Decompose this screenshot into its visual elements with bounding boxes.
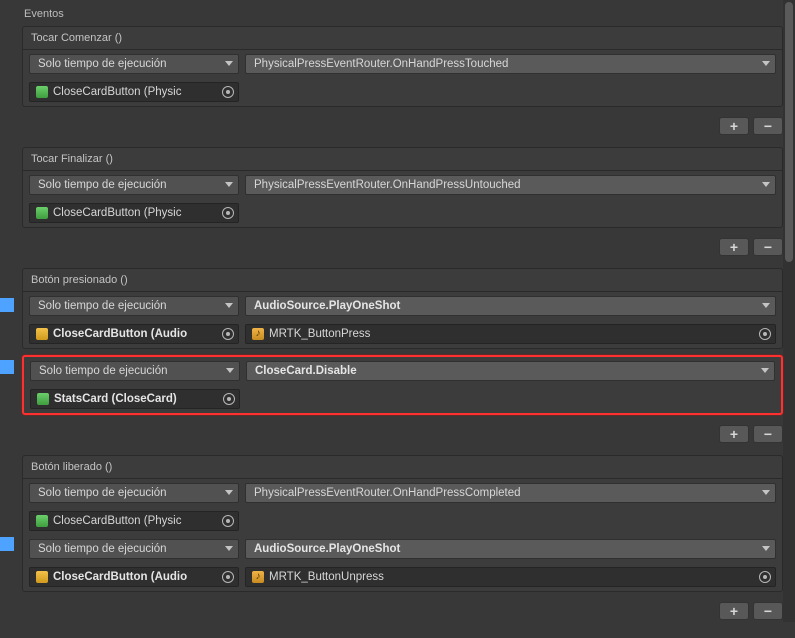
argument-object-field[interactable]: ♪ MRTK_ButtonUnpress [245, 567, 776, 587]
script-icon [36, 86, 48, 98]
object-picker-icon[interactable] [759, 328, 771, 340]
event-group: Tocar Finalizar () Solo tiempo de ejecuc… [22, 147, 783, 228]
target-object-field[interactable]: CloseCardButton (Physic [29, 82, 239, 102]
scrollbar-track[interactable] [783, 0, 795, 622]
add-listener-button[interactable]: + [719, 238, 749, 256]
target-object-field[interactable]: CloseCardButton (Physic [29, 511, 239, 531]
remove-listener-button[interactable]: − [753, 602, 783, 620]
event-block-touch-end: Tocar Finalizar () Solo tiempo de ejecuc… [22, 147, 783, 264]
object-picker-icon[interactable] [222, 515, 234, 527]
runtime-dropdown[interactable]: Solo tiempo de ejecución [29, 296, 239, 316]
target-object-label: StatsCard (CloseCard) [54, 390, 177, 408]
argument-object-field[interactable]: ♪ MRTK_ButtonPress [245, 324, 776, 344]
event-block-touch-start: Tocar Comenzar () Solo tiempo de ejecuci… [22, 26, 783, 143]
target-object-field[interactable]: CloseCardButton (Physic [29, 203, 239, 223]
chevron-down-icon [762, 182, 770, 187]
object-picker-icon[interactable] [222, 86, 234, 98]
add-listener-button[interactable]: + [719, 602, 749, 620]
function-label: PhysicalPressEventRouter.OnHandPressComp… [254, 487, 521, 499]
chevron-down-icon [761, 368, 769, 373]
chevron-down-icon [762, 303, 770, 308]
target-object-label: CloseCardButton (Physic [53, 512, 181, 530]
function-label: AudioSource.PlayOneShot [254, 300, 400, 312]
override-marker-icon [0, 537, 14, 551]
add-listener-button[interactable]: + [719, 425, 749, 443]
event-group: Botón liberado () Solo tiempo de ejecuci… [22, 455, 783, 592]
function-dropdown[interactable]: PhysicalPressEventRouter.OnHandPressTouc… [245, 54, 776, 74]
event-header: Botón liberado () [23, 456, 782, 479]
object-picker-icon[interactable] [222, 571, 234, 583]
target-object-field[interactable]: StatsCard (CloseCard) [30, 389, 240, 409]
event-header: Tocar Comenzar () [23, 27, 782, 50]
runtime-dropdown-label: Solo tiempo de ejecución [38, 58, 167, 70]
function-label: PhysicalPressEventRouter.OnHandPressUnto… [254, 179, 521, 191]
chevron-down-icon [762, 546, 770, 551]
runtime-dropdown-label: Solo tiempo de ejecución [39, 365, 168, 377]
event-group-highlighted: Solo tiempo de ejecución CloseCard.Disab… [22, 355, 783, 415]
script-icon [36, 207, 48, 219]
events-section-label: Eventos [22, 6, 783, 26]
runtime-dropdown-label: Solo tiempo de ejecución [38, 543, 167, 555]
add-listener-button[interactable]: + [719, 117, 749, 135]
runtime-dropdown-label: Solo tiempo de ejecución [38, 300, 167, 312]
function-label: CloseCard.Disable [255, 365, 357, 377]
chevron-down-icon [226, 368, 234, 373]
event-block-button-pressed: Botón presionado () Solo tiempo de ejecu… [22, 268, 783, 451]
override-marker-icon [0, 360, 14, 374]
function-label: PhysicalPressEventRouter.OnHandPressTouc… [254, 58, 508, 70]
chevron-down-icon [225, 490, 233, 495]
function-dropdown[interactable]: AudioSource.PlayOneShot [245, 539, 776, 559]
runtime-dropdown-label: Solo tiempo de ejecución [38, 487, 167, 499]
runtime-dropdown[interactable]: Solo tiempo de ejecución [29, 54, 239, 74]
target-object-label: CloseCardButton (Audio [53, 568, 187, 586]
runtime-dropdown-label: Solo tiempo de ejecución [38, 179, 167, 191]
script-icon [36, 515, 48, 527]
event-group: Botón presionado () Solo tiempo de ejecu… [22, 268, 783, 349]
runtime-dropdown[interactable]: Solo tiempo de ejecución [29, 483, 239, 503]
object-picker-icon[interactable] [759, 571, 771, 583]
object-picker-icon[interactable] [222, 328, 234, 340]
function-dropdown[interactable]: CloseCard.Disable [246, 361, 775, 381]
object-picker-icon[interactable] [223, 393, 235, 405]
audio-source-icon [36, 328, 48, 340]
target-object-field[interactable]: CloseCardButton (Audio [29, 324, 239, 344]
script-icon [37, 393, 49, 405]
event-block-button-released: Botón liberado () Solo tiempo de ejecuci… [22, 455, 783, 628]
chevron-down-icon [762, 61, 770, 66]
argument-label: MRTK_ButtonUnpress [269, 568, 384, 586]
audio-clip-icon: ♪ [252, 328, 264, 340]
event-header: Tocar Finalizar () [23, 148, 782, 171]
override-marker-icon [0, 298, 14, 312]
target-object-field[interactable]: CloseCardButton (Audio [29, 567, 239, 587]
chevron-down-icon [225, 303, 233, 308]
scrollbar-thumb[interactable] [785, 2, 793, 262]
function-dropdown[interactable]: AudioSource.PlayOneShot [245, 296, 776, 316]
remove-listener-button[interactable]: − [753, 425, 783, 443]
remove-listener-button[interactable]: − [753, 117, 783, 135]
remove-listener-button[interactable]: − [753, 238, 783, 256]
event-group: Tocar Comenzar () Solo tiempo de ejecuci… [22, 26, 783, 107]
function-dropdown[interactable]: PhysicalPressEventRouter.OnHandPressUnto… [245, 175, 776, 195]
function-dropdown[interactable]: PhysicalPressEventRouter.OnHandPressComp… [245, 483, 776, 503]
object-picker-icon[interactable] [222, 207, 234, 219]
runtime-dropdown[interactable]: Solo tiempo de ejecución [29, 539, 239, 559]
chevron-down-icon [225, 546, 233, 551]
chevron-down-icon [762, 490, 770, 495]
argument-label: MRTK_ButtonPress [269, 325, 370, 343]
chevron-down-icon [225, 61, 233, 66]
runtime-dropdown[interactable]: Solo tiempo de ejecución [30, 361, 240, 381]
chevron-down-icon [225, 182, 233, 187]
audio-source-icon [36, 571, 48, 583]
target-object-label: CloseCardButton (Physic [53, 83, 181, 101]
target-object-label: CloseCardButton (Physic [53, 204, 181, 222]
target-object-label: CloseCardButton (Audio [53, 325, 187, 343]
event-header: Botón presionado () [23, 269, 782, 292]
audio-clip-icon: ♪ [252, 571, 264, 583]
runtime-dropdown[interactable]: Solo tiempo de ejecución [29, 175, 239, 195]
function-label: AudioSource.PlayOneShot [254, 543, 400, 555]
